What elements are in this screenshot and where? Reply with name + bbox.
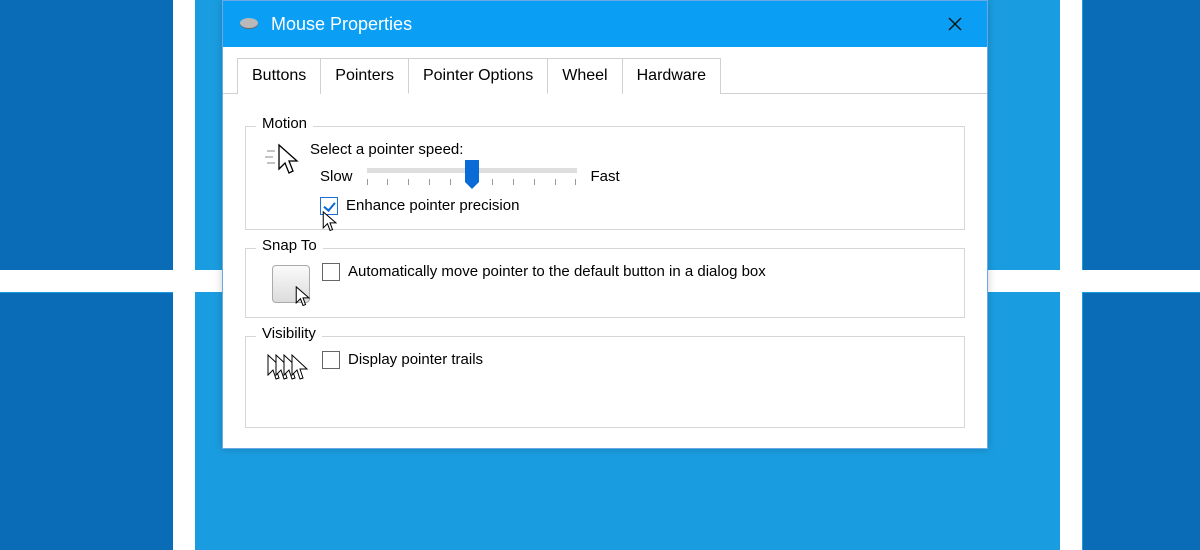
window-title: Mouse Properties — [271, 14, 929, 35]
mouse-icon — [237, 15, 261, 33]
snapto-label: Automatically move pointer to the defaul… — [348, 263, 766, 280]
tab-pointer-options[interactable]: Pointer Options — [408, 58, 548, 94]
visibility-legend: Visibility — [256, 325, 322, 342]
enhance-precision-label: Enhance pointer precision — [346, 197, 519, 214]
pointer-speed-slider[interactable] — [367, 168, 577, 185]
mouse-properties-dialog: Mouse Properties Buttons Pointers Pointe… — [222, 0, 988, 449]
snapto-group: Snap To Automatically move pointer to th… — [245, 248, 965, 318]
cursor-overlay-icon — [322, 211, 338, 233]
motion-legend: Motion — [256, 115, 313, 132]
tab-buttons[interactable]: Buttons — [237, 58, 321, 94]
tab-hardware[interactable]: Hardware — [622, 58, 721, 94]
snapto-checkbox[interactable] — [322, 263, 340, 281]
close-button[interactable] — [929, 6, 981, 42]
snapto-icon — [260, 263, 322, 303]
motion-group: Motion Select a pointer speed: Slow — [245, 126, 965, 230]
tab-pointers[interactable]: Pointers — [320, 58, 409, 94]
pointer-trails-checkbox[interactable] — [322, 351, 340, 369]
tab-strip: Buttons Pointers Pointer Options Wheel H… — [223, 47, 987, 94]
pointer-speed-icon — [260, 141, 310, 177]
slow-label: Slow — [320, 168, 353, 185]
fast-label: Fast — [591, 168, 620, 185]
pointer-speed-label: Select a pointer speed: — [310, 141, 950, 158]
pointer-trails-icon — [260, 351, 322, 387]
tab-content: Motion Select a pointer speed: Slow — [223, 94, 987, 448]
visibility-group: Visibility Display poi — [245, 336, 965, 428]
titlebar: Mouse Properties — [223, 1, 987, 47]
tab-wheel[interactable]: Wheel — [547, 58, 622, 94]
pointer-trails-label: Display pointer trails — [348, 351, 483, 368]
snapto-legend: Snap To — [256, 237, 323, 254]
